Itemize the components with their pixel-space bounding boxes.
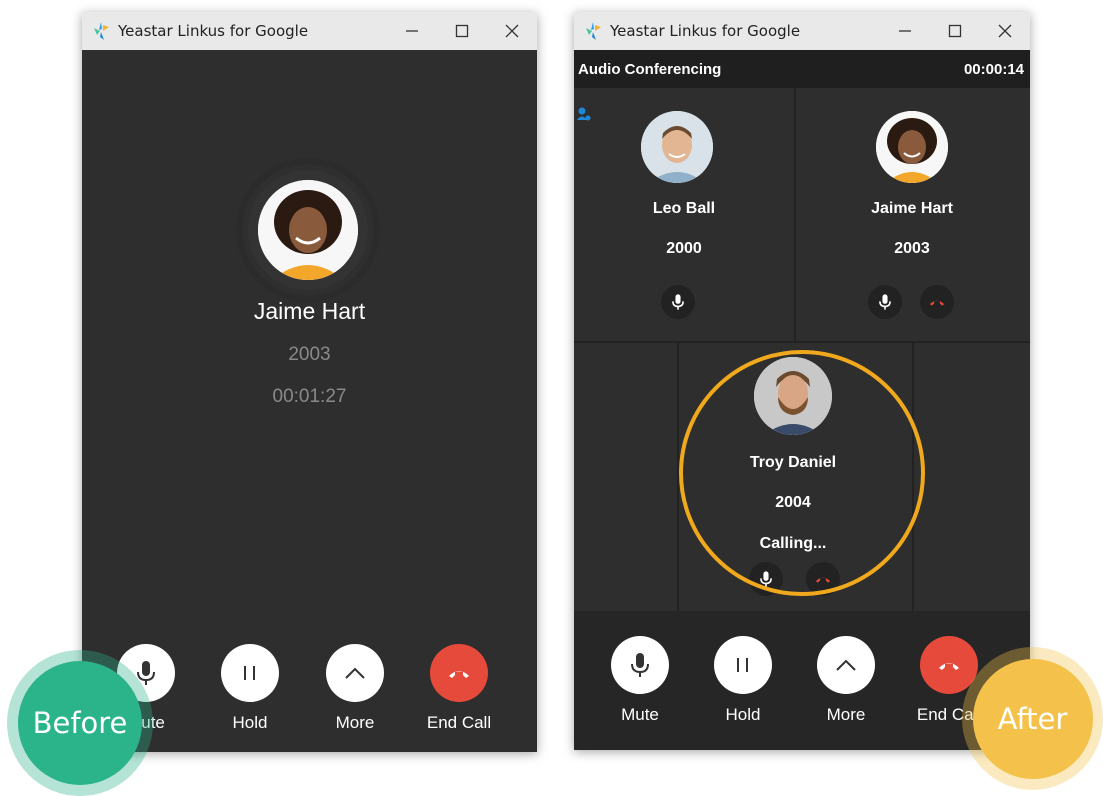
conference-label: Audio Conferencing	[578, 61, 722, 78]
end-call-label: End Call	[426, 713, 492, 732]
contact-avatar-ring	[248, 170, 368, 290]
chevron-up-icon	[345, 667, 365, 679]
hangup-icon	[449, 671, 469, 678]
linkus-logo-icon	[94, 22, 109, 40]
after-badge-label: After	[972, 658, 1093, 779]
mic-icon	[672, 294, 684, 310]
minimize-button[interactable]	[387, 12, 437, 50]
after-badge: After	[962, 647, 1103, 790]
participant-mute-button[interactable]	[661, 285, 695, 319]
host-icon	[577, 107, 591, 121]
mute-button[interactable]	[611, 636, 669, 694]
mute-label: Mute	[621, 705, 659, 724]
participant-mute-button[interactable]	[868, 285, 902, 319]
pause-icon	[244, 666, 255, 680]
hold-label: Hold	[725, 705, 761, 724]
conference-header: Audio Conferencing 00:00:14	[574, 50, 1030, 88]
hangup-icon	[939, 663, 959, 670]
contact-name: Jaime Hart	[253, 298, 366, 324]
maximize-button[interactable]	[930, 12, 980, 50]
avatar	[876, 111, 948, 183]
call-duration: 00:01:27	[272, 386, 347, 407]
title-bar: Yeastar Linkus for Google	[82, 12, 537, 50]
linkus-logo-icon	[586, 22, 601, 40]
grid-divider	[574, 341, 1030, 343]
more-label: More	[335, 713, 375, 732]
participant-extension: 2000	[666, 240, 702, 257]
conference-timer: 00:00:14	[963, 61, 1024, 78]
more-label: More	[826, 705, 866, 724]
contact-extension: 2003	[288, 344, 331, 365]
mic-icon	[631, 653, 649, 677]
end-call-button[interactable]	[430, 644, 488, 702]
minimize-button[interactable]	[880, 12, 930, 50]
grid-divider	[794, 88, 796, 342]
before-badge: Before	[7, 650, 153, 796]
hold-label: Hold	[232, 713, 268, 732]
participant-extension: 2003	[894, 240, 930, 257]
title-bar: Yeastar Linkus for Google	[574, 12, 1030, 50]
close-button[interactable]	[487, 12, 537, 50]
chevron-up-icon	[836, 659, 856, 671]
hold-button[interactable]	[221, 644, 279, 702]
window-title: Yeastar Linkus for Google	[118, 22, 309, 40]
participant-name: Jaime Hart	[871, 200, 953, 217]
hangup-icon	[929, 300, 945, 306]
maximize-button[interactable]	[437, 12, 487, 50]
more-button[interactable]	[326, 644, 384, 702]
close-button[interactable]	[980, 12, 1030, 50]
window-title: Yeastar Linkus for Google	[610, 22, 801, 40]
pause-icon	[737, 658, 748, 672]
mic-icon	[879, 294, 891, 310]
participant-name: Leo Ball	[652, 200, 716, 217]
avatar	[641, 111, 713, 183]
participant-hangup-button[interactable]	[920, 285, 954, 319]
before-call-window: Yeastar Linkus for Google Jaime Hart 200…	[82, 12, 537, 752]
avatar	[258, 180, 358, 280]
call-controls-bar: Mute Hold More End Call	[574, 611, 1030, 750]
new-participant-highlight	[679, 350, 925, 596]
more-button[interactable]	[817, 636, 875, 694]
hold-button[interactable]	[714, 636, 772, 694]
before-badge-label: Before	[18, 661, 142, 785]
